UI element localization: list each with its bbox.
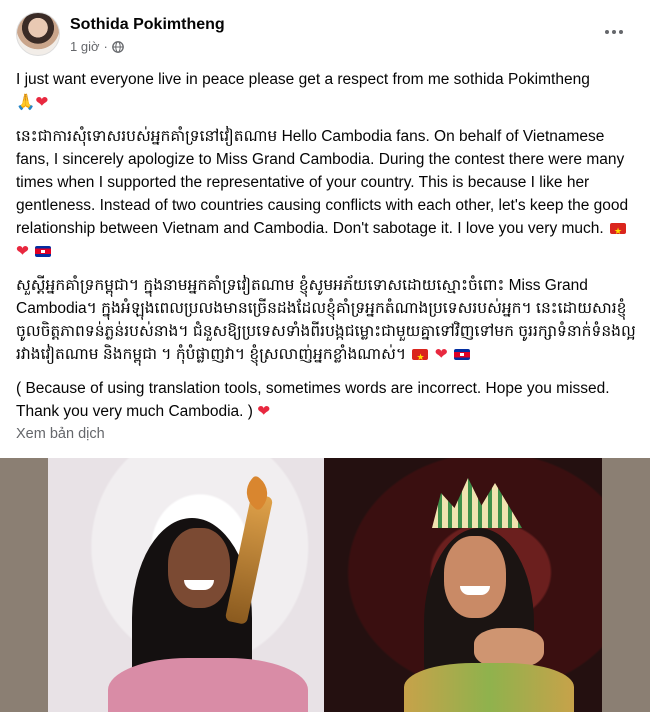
photo-shape [404, 663, 574, 712]
post-paragraph-4: ( Because of using translation tools, so… [16, 377, 636, 423]
dot-icon [619, 30, 623, 34]
post-photo[interactable] [0, 458, 650, 712]
cambodia-flag-icon [454, 349, 471, 360]
paragraph-text: សួស្តីអ្នកគាំទ្រកម្ពុជា។ ក្នុងនាមអ្នកគាំ… [16, 277, 636, 363]
photo-shape [444, 536, 506, 618]
photo-shape [168, 528, 230, 608]
more-options-button[interactable] [600, 22, 628, 42]
heart-icon: ❤ [16, 242, 29, 260]
post-meta: 1 giờ · [70, 39, 124, 54]
dot-icon [612, 30, 616, 34]
avatar[interactable] [16, 12, 60, 56]
photo-shape [108, 658, 308, 712]
photo-shape [474, 628, 544, 668]
pray-icon: 🙏 [16, 93, 36, 111]
vietnam-flag-icon [610, 220, 627, 243]
author-name[interactable]: Sothida Pokimtheng [70, 16, 225, 34]
photo-right-contestant [324, 458, 602, 712]
globe-icon[interactable] [111, 40, 124, 53]
heart-icon: ❤ [257, 402, 271, 420]
paragraph-text: ( Because of using translation tools, so… [16, 380, 614, 420]
meta-separator: · [103, 39, 108, 54]
paragraph-text: នេះជាការសុំទោសរបស់អ្នកគាំទ្រនៅវៀតណាម Hel… [16, 128, 633, 237]
post-paragraph-3: សួស្តីអ្នកគាំទ្រកម្ពុជា។ ក្នុងនាមអ្នកគាំ… [16, 274, 636, 369]
paragraph-text: I just want everyone live in peace pleas… [16, 71, 595, 88]
post-time[interactable]: 1 giờ [70, 39, 100, 54]
vietnam-flag-icon [412, 346, 429, 369]
post-content: I just want everyone live in peace pleas… [16, 68, 636, 434]
post-paragraph-1: I just want everyone live in peace pleas… [16, 68, 636, 114]
see-translation-link[interactable]: Xem bản dịch [16, 426, 105, 442]
heart-icon: ❤ [434, 345, 448, 363]
crown-shape [432, 478, 522, 528]
photo-shape [460, 586, 490, 595]
dot-icon [605, 30, 609, 34]
post-paragraph-2: នេះជាការសុំទោសរបស់អ្នកគាំទ្រនៅវៀតណាម Hel… [16, 125, 636, 263]
cambodia-flag-icon [35, 246, 52, 257]
photo-left-contestant [48, 458, 324, 712]
post-header: Sothida Pokimtheng 1 giờ · [16, 12, 634, 60]
heart-icon: ❤ [35, 93, 49, 111]
